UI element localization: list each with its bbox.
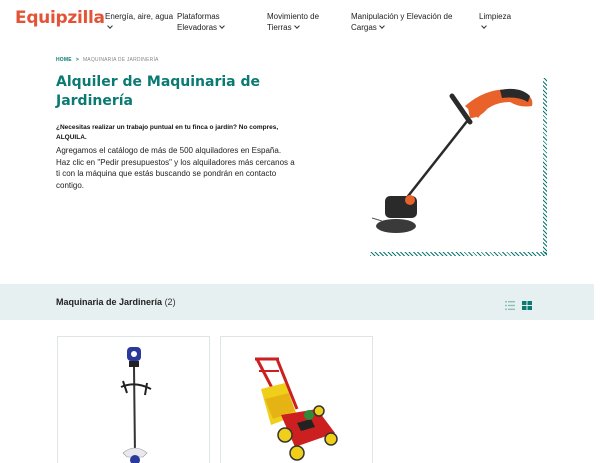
hero-image-frame xyxy=(370,78,547,256)
category-title: Maquinaria de Jardinería (2) xyxy=(56,297,176,307)
hatch-decoration xyxy=(370,252,547,256)
chevron-down-icon xyxy=(219,23,225,29)
category-title-text: Maquinaria de Jardinería xyxy=(56,297,163,307)
brush-cutter-image xyxy=(120,347,152,463)
lawn-mower-image xyxy=(255,357,338,461)
list-view-icon[interactable] xyxy=(505,297,515,310)
hero-description: Agregamos el catálogo de más de 500 alqu… xyxy=(56,146,295,190)
breadcrumb-home-link[interactable]: HOME xyxy=(56,57,72,63)
breadcrumb: HOME > MAQUINARIA DE JARDINERÍA xyxy=(56,57,159,63)
category-header: Maquinaria de Jardinería (2) xyxy=(0,284,594,320)
nav-item-movimiento[interactable]: Movimiento de Tierras xyxy=(267,11,319,33)
hatch-decoration xyxy=(543,78,547,256)
category-count: (2) xyxy=(164,297,176,307)
nav-item-plataformas[interactable]: Plataformas Elevadoras xyxy=(177,11,225,33)
nav-item-label: Plataformas xyxy=(177,12,220,21)
nav-item-label: Limpieza xyxy=(479,12,512,21)
string-trimmer-image xyxy=(370,78,543,252)
page-title: Alquiler de Maquinaria de Jardinería xyxy=(56,74,261,109)
nav-item-manipulacion[interactable]: Manipulación y Elevación de Cargas xyxy=(351,11,452,33)
site-header: Equipzilla Energía, aire, agua Plataform… xyxy=(0,0,600,50)
nav-item-label-line2: Tierras xyxy=(267,23,292,32)
grid-view-icon[interactable] xyxy=(522,297,532,310)
nav-item-label: Energía, aire, agua xyxy=(105,12,174,21)
nav-item-label: Movimiento de xyxy=(267,12,320,21)
breadcrumb-current: MAQUINARIA DE JARDINERÍA xyxy=(82,57,159,63)
breadcrumb-separator-icon: > xyxy=(75,57,79,63)
chevron-down-icon xyxy=(378,23,385,29)
product-card[interactable] xyxy=(220,336,373,463)
nav-item-energia[interactable]: Energía, aire, agua xyxy=(105,11,173,33)
nav-item-limpieza[interactable]: Limpieza xyxy=(479,11,511,33)
chevron-down-icon xyxy=(107,23,113,29)
nav-item-label: Manipulación y Elevación de xyxy=(351,12,453,21)
chevron-down-icon xyxy=(481,23,487,29)
product-card[interactable] xyxy=(57,336,210,463)
nav-item-label-line2: Cargas xyxy=(351,23,377,32)
hero-lead: ¿Necesitas realizar un trabajo puntual e… xyxy=(56,124,279,141)
chevron-down-icon xyxy=(293,23,300,29)
nav-item-label-line2: Elevadoras xyxy=(177,23,218,32)
site-logo[interactable]: Equipzilla xyxy=(15,8,105,28)
